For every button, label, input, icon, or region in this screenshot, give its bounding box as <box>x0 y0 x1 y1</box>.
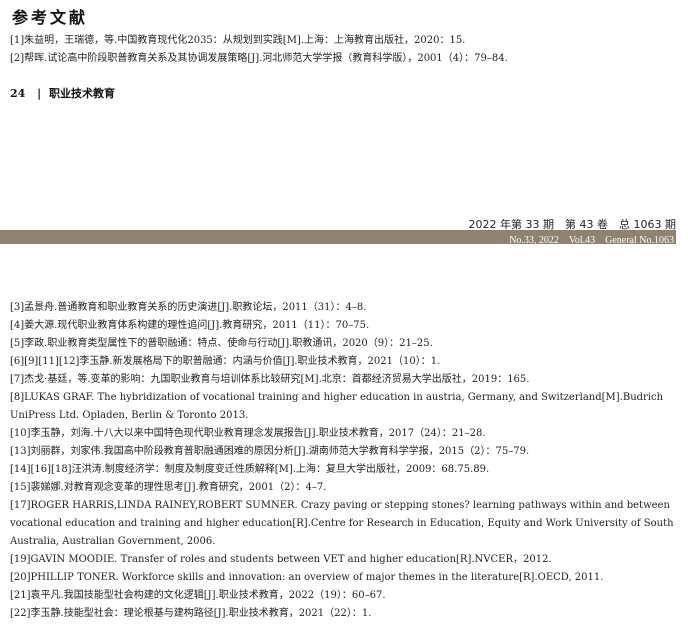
references-heading: 参考文献 <box>12 8 89 27</box>
reference-item: [1]朱益明，王瑞德，等.中国教育现代化2035：从规划到实践[M].上海：上海… <box>10 35 466 46</box>
reference-item: [7]杰戈·基廷，等.变革的影响：九国职业教育与培训体系比较研究[M].北京：首… <box>10 374 530 385</box>
reference-item: [13]刘丽群，刘家伟.我国高中阶段教育普职融通困难的原因分析[J].湖南师范大… <box>10 446 530 457</box>
reference-item: [5]李政.职业教育类型属性下的普职融通：特点、使命与行动[J].职教通讯，20… <box>10 338 433 349</box>
reference-item: [4]姜大源.现代职业教育体系构建的理性追问[J].教育研究，2011（11）：… <box>10 320 370 331</box>
reference-item: [19]GAVIN MOODIE. Transfer of roles and … <box>10 554 552 565</box>
reference-item: [21]袁平凡.我国技能型社会构建的文化逻辑[J].职业技术教育，2022（19… <box>10 590 386 601</box>
reference-item: [17]ROGER HARRIS,LINDA RAINEY,ROBERT SUM… <box>10 500 674 547</box>
issue-info-english: No.33, 2022 Vol.43 General No.1063 <box>509 235 674 246</box>
reference-item: [10]李玉静，刘海.十八大以来中国特色现代职业教育理念发展报告[J].职业技术… <box>10 428 486 439</box>
footer-separator: | <box>37 87 42 100</box>
journal-name: 职业技术教育 <box>49 87 116 100</box>
reference-item: [2]帮晖.试论高中阶段职普教育关系及其协调发展策略[J].河北师范大学学报（教… <box>10 53 508 64</box>
reference-item: [20]PHILLIP TONER. Workforce skills and … <box>10 572 604 583</box>
page-number: 24 <box>10 87 26 100</box>
reference-item: [15]裴娣娜.对教育观念变革的理性思考[J].教育研究，2001（2）：4–7… <box>10 482 327 493</box>
reference-item: [3]孟景舟.普通教育和职业教育关系的历史演进[J].职教论坛，2011（31）… <box>10 302 367 313</box>
page-footer: 24 | 职业技术教育 <box>10 85 115 101</box>
reference-item: [14][16][18]汪洪涛.制度经济学：制度及制度变迁性质解释[M].上海：… <box>10 464 490 475</box>
reference-item: [6][9][11][12]李玉静.新发展格局下的职普融通：内涵与价值[J].职… <box>10 356 441 367</box>
reference-item: [8]LUKAS GRAF. The hybridization of voca… <box>10 392 664 421</box>
reference-item: [22]李玉静.技能型社会：理论根基与建构路径[J].职业技术教育，2021（2… <box>10 608 372 619</box>
